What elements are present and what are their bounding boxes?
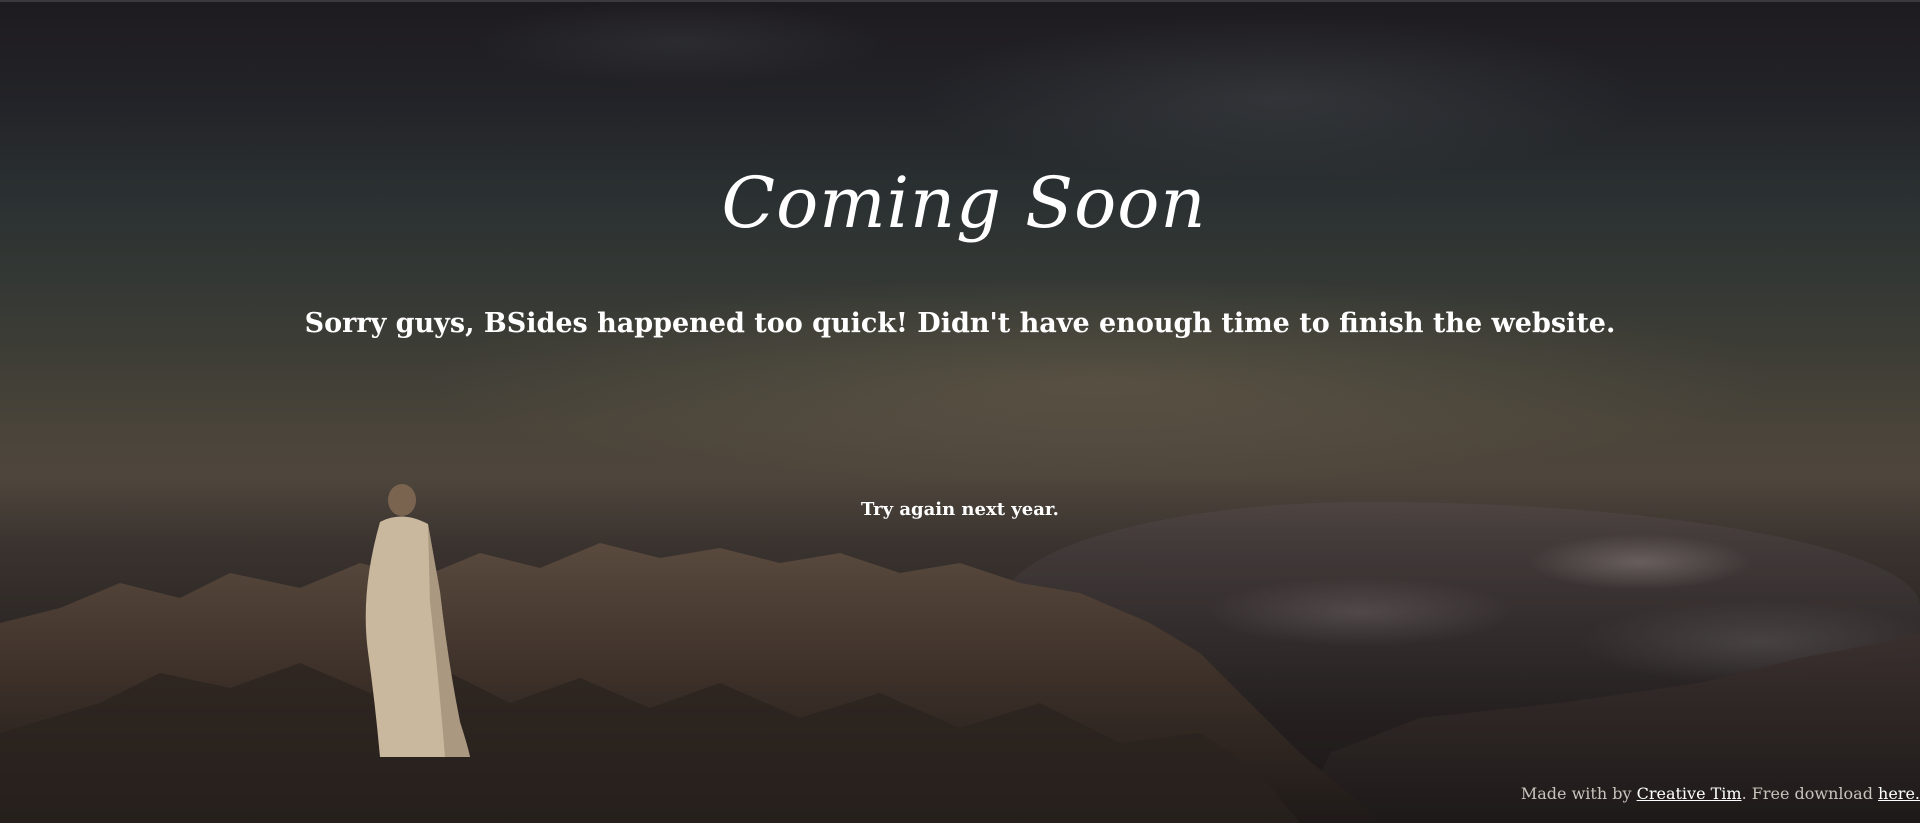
coming-soon-page: Coming Soon Sorry guys, BSides happened … bbox=[0, 0, 1920, 823]
subtitle-message: Sorry guys, BSides happened too quick! D… bbox=[304, 308, 1616, 339]
footer-credits: Made with by Creative Tim. Free download… bbox=[1521, 784, 1920, 803]
creative-tim-link[interactable]: Creative Tim bbox=[1637, 784, 1742, 803]
footer-prefix: Made with by bbox=[1520, 784, 1637, 803]
page-title: Coming Soon bbox=[721, 162, 1207, 244]
try-again-note: Try again next year. bbox=[861, 499, 1059, 520]
hero-content: Coming Soon Sorry guys, BSides happened … bbox=[0, 2, 1920, 823]
download-link[interactable]: here. bbox=[1878, 784, 1920, 803]
footer-middle: . Free download bbox=[1741, 784, 1879, 803]
